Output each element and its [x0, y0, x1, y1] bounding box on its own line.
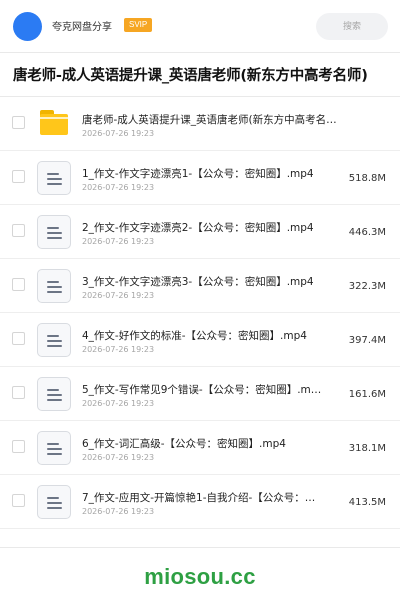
item-name[interactable]: 6_作文-词汇高级-【公众号：密知圈】.mp4 [82, 436, 344, 451]
row-checkbox[interactable] [12, 332, 25, 345]
file-row[interactable]: 2_作文-作文字迹漂亮2-【公众号：密知圈】.mp4 2026-07-26 19:… [0, 205, 400, 259]
item-size: 318.1M [348, 443, 386, 454]
document-icon [37, 215, 71, 249]
item-size: 518.8M [348, 173, 386, 184]
item-date: 2026-07-26 19:23 [82, 291, 155, 300]
search-input[interactable] [316, 13, 388, 40]
file-row[interactable]: 4_作文-好作文的标准-【公众号：密知圈】.mp4 2026-07-26 19:2… [0, 313, 400, 367]
file-row[interactable]: 6_作文-词汇高级-【公众号：密知圈】.mp4 2026-07-26 19:23 3… [0, 421, 400, 475]
item-name[interactable]: 3_作文-作文字迹漂亮3-【公众号：密知圈】.mp4 [82, 274, 344, 289]
app-name: 夸克网盘分享 [52, 22, 112, 33]
avatar[interactable] [13, 12, 42, 41]
item-name[interactable]: 唐老师-成人英语提升课_英语唐老师(新东方中高考名… [82, 112, 344, 127]
watermark-logo: miosou.cc [144, 564, 256, 589]
top-bar: 夸克网盘分享 SVIP [0, 0, 400, 52]
item-name[interactable]: 7_作文-应用文-开篇惊艳1-自我介绍-【公众号：… [82, 490, 344, 505]
item-date: 2026-07-26 19:23 [82, 453, 155, 462]
page-title: 唐老师-成人英语提升课_英语唐老师(新东方中高考名师) [13, 68, 368, 84]
row-checkbox[interactable] [12, 440, 25, 453]
document-icon [37, 161, 71, 195]
row-checkbox[interactable] [12, 494, 25, 507]
document-icon [37, 323, 71, 357]
item-date: 2026-07-26 19:23 [82, 507, 155, 516]
document-icon [37, 377, 71, 411]
item-size: 446.3M [348, 227, 386, 238]
item-size: 322.3M [348, 281, 386, 292]
row-checkbox[interactable] [12, 278, 25, 291]
item-size: 397.4M [348, 335, 386, 346]
file-row[interactable]: 7_作文-应用文-开篇惊艳1-自我介绍-【公众号：… 2026-07-26 19:… [0, 475, 400, 529]
header-divider [0, 52, 400, 53]
item-name[interactable]: 2_作文-作文字迹漂亮2-【公众号：密知圈】.mp4 [82, 220, 344, 235]
svip-badge: SVIP [124, 18, 153, 32]
row-checkbox[interactable] [12, 224, 25, 237]
file-row[interactable]: 3_作文-作文字迹漂亮3-【公众号：密知圈】.mp4 2026-07-26 19:… [0, 259, 400, 313]
document-icon [37, 485, 71, 519]
row-checkbox[interactable] [12, 170, 25, 183]
item-size: 413.5M [348, 497, 386, 508]
document-icon [37, 269, 71, 303]
folder-row[interactable]: 唐老师-成人英语提升课_英语唐老师(新东方中高考名… 2026-07-26 19:… [0, 97, 400, 151]
item-date: 2026-07-26 19:23 [82, 237, 155, 246]
folder-icon [37, 107, 71, 141]
item-size: 161.6M [348, 389, 386, 400]
item-date: 2026-07-26 19:23 [82, 183, 155, 192]
item-date: 2026-07-26 19:23 [82, 129, 155, 138]
row-divider [0, 528, 400, 529]
list-bottom-divider [0, 547, 400, 548]
item-name[interactable]: 1_作文-作文字迹漂亮1-【公众号：密知圈】.mp4 [82, 166, 344, 181]
item-date: 2026-07-26 19:23 [82, 399, 155, 408]
item-name[interactable]: 4_作文-好作文的标准-【公众号：密知圈】.mp4 [82, 328, 344, 343]
item-name[interactable]: 5_作文-写作常见9个错误-【公众号：密知圈】.m… [82, 382, 344, 397]
file-row[interactable]: 1_作文-作文字迹漂亮1-【公众号：密知圈】.mp4 2026-07-26 19:… [0, 151, 400, 205]
item-date: 2026-07-26 19:23 [82, 345, 155, 354]
row-checkbox[interactable] [12, 116, 25, 129]
document-icon [37, 431, 71, 465]
row-checkbox[interactable] [12, 386, 25, 399]
file-row[interactable]: 5_作文-写作常见9个错误-【公众号：密知圈】.m… 2026-07-26 19:… [0, 367, 400, 421]
